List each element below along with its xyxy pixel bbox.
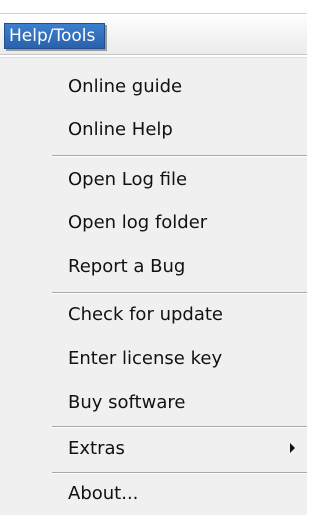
help-tools-dropdown-menu: Online guide Online Help Open Log file O…	[0, 57, 307, 515]
chevron-right-icon	[290, 443, 295, 453]
menu-bar: Help/Tools	[0, 0, 307, 57]
menu-item-online-guide[interactable]: Online guide	[0, 65, 307, 109]
menu-item-extras[interactable]: Extras	[0, 427, 307, 471]
menu-item-open-log-folder[interactable]: Open log folder	[0, 201, 307, 245]
menu-item-extras-label: Extras	[68, 438, 125, 459]
help-tools-menu[interactable]: Help/Tools	[4, 23, 106, 49]
menu-separator	[52, 155, 307, 157]
menu-item-open-log-file[interactable]: Open Log file	[0, 158, 307, 202]
menu-item-report-a-bug[interactable]: Report a Bug	[0, 245, 307, 289]
menu-item-enter-license-key[interactable]: Enter license key	[0, 337, 307, 381]
menu-item-online-help[interactable]: Online Help	[0, 108, 307, 152]
menu-item-buy-software[interactable]: Buy software	[0, 381, 307, 425]
menu-item-check-for-update[interactable]: Check for update	[0, 293, 307, 337]
menu-item-about[interactable]: About...	[0, 472, 307, 516]
